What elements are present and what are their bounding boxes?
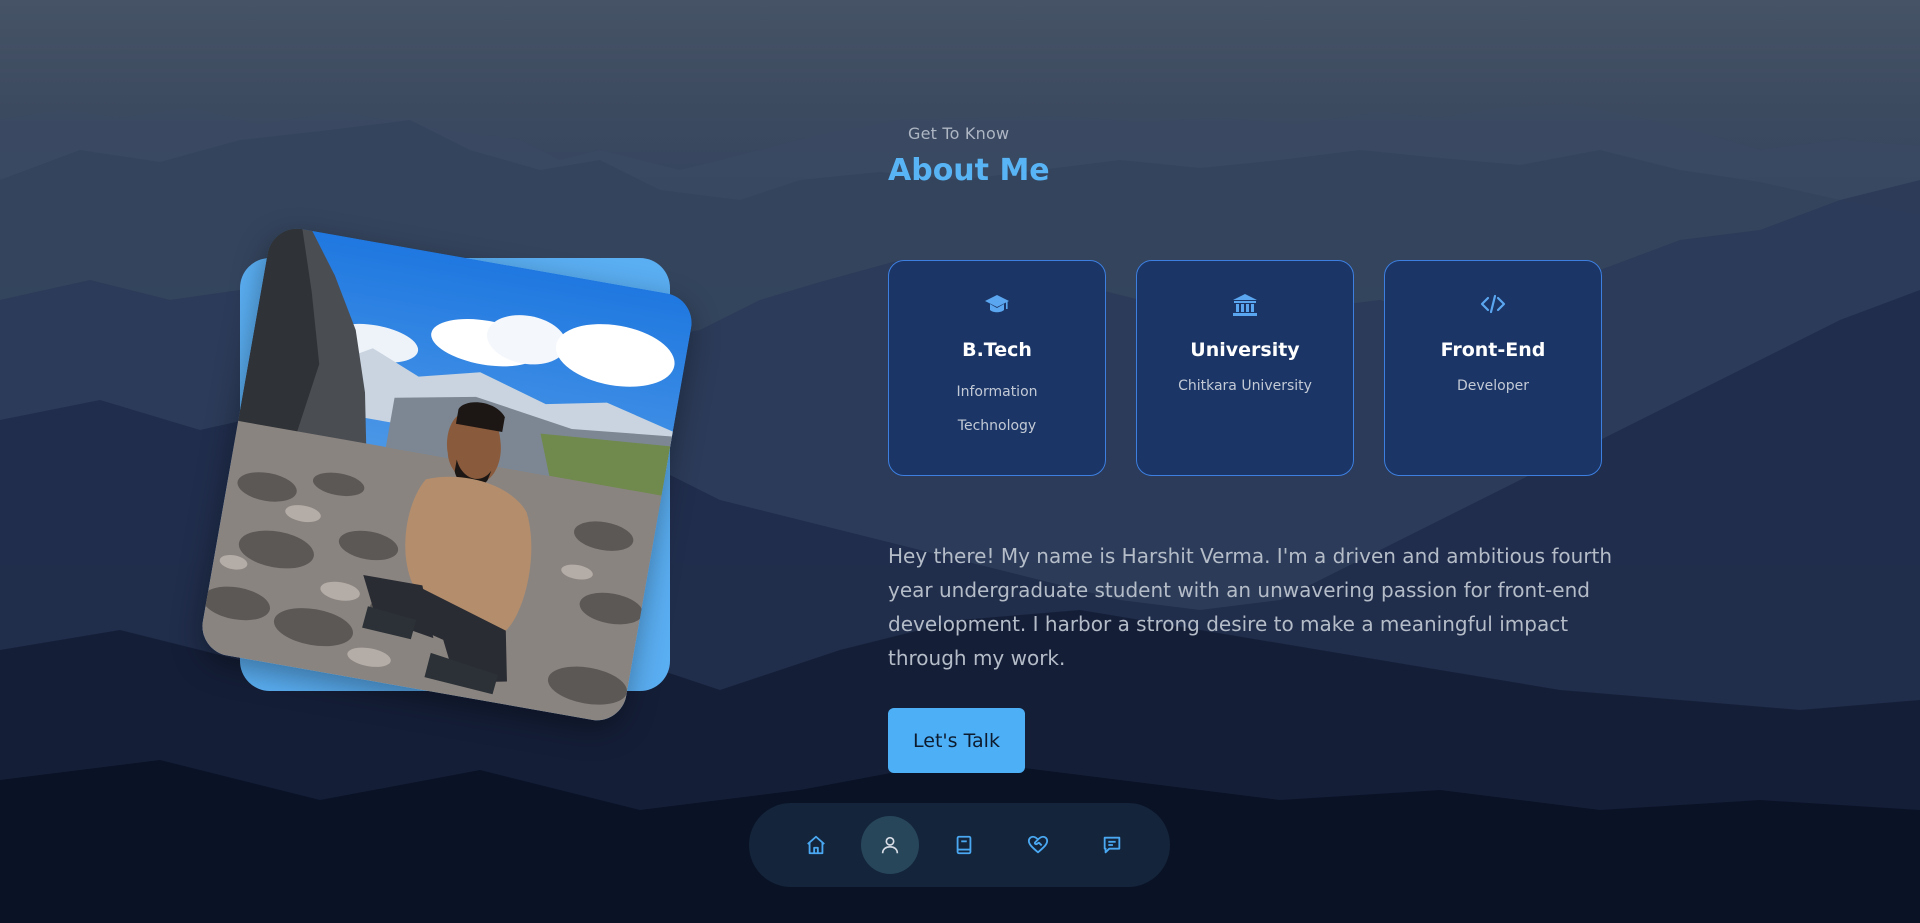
profile-photo <box>197 223 697 726</box>
card-title: B.Tech <box>962 339 1032 361</box>
card-title: Front-End <box>1440 339 1546 361</box>
section-eyebrow: Get To Know <box>908 124 1010 143</box>
about-section: Get To Know About Me B.Tech Information … <box>0 0 1920 923</box>
nav-contact[interactable] <box>1089 822 1135 868</box>
bottom-nav <box>749 803 1170 887</box>
user-icon <box>881 836 899 854</box>
book-icon <box>956 835 972 855</box>
card-education: B.Tech Information Technology <box>888 260 1106 476</box>
nav-home[interactable] <box>793 822 839 868</box>
card-university: University Chitkara University <box>1136 260 1354 476</box>
about-paragraph: Hey there! My name is Harshit Verma. I'm… <box>888 544 1613 670</box>
home-icon <box>807 835 825 855</box>
card-subtitle: Chitkara University <box>1178 378 1312 394</box>
card-role: Front-End Developer <box>1384 260 1602 476</box>
card-title: University <box>1190 339 1300 361</box>
section-title: About Me <box>888 153 1050 188</box>
heart-handshake-icon <box>1027 835 1049 854</box>
university-building-icon <box>1137 293 1353 317</box>
graduation-cap-icon <box>889 293 1105 317</box>
nav-experience[interactable] <box>941 822 987 868</box>
lets-talk-button[interactable]: Let's Talk <box>888 708 1025 773</box>
nav-services[interactable] <box>1015 822 1061 868</box>
info-cards: B.Tech Information Technology University… <box>888 260 1602 476</box>
code-icon <box>1385 293 1601 317</box>
card-subtitle: Developer <box>1456 378 1529 394</box>
message-icon <box>1103 836 1121 854</box>
nav-about[interactable] <box>861 816 919 874</box>
card-subtitle: Information Technology <box>956 384 1038 434</box>
